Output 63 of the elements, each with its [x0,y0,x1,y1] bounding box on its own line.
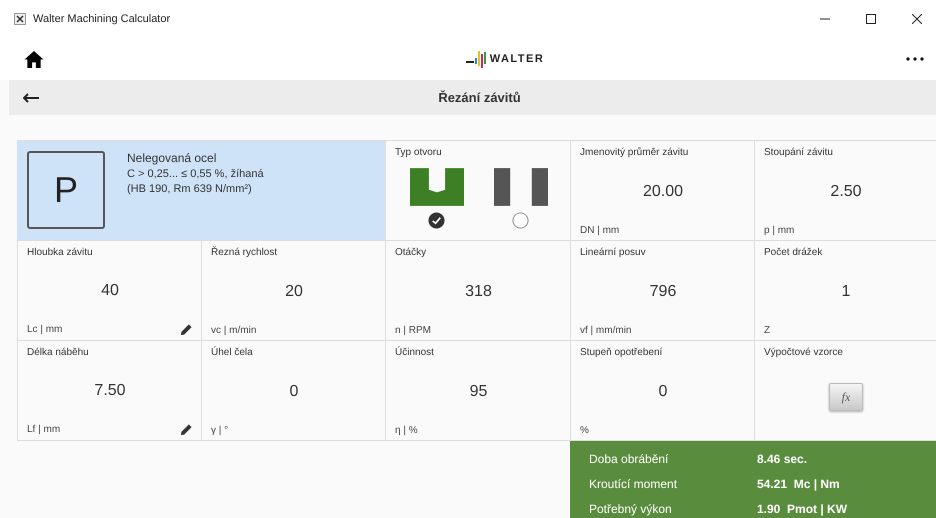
field-value: 796 [650,282,676,302]
field-value: 20 [285,282,303,302]
material-description: (HB 190, Rm 639 N/mm²) [127,183,253,195]
field-value: 0 [658,382,668,402]
unit-label: p | mm [764,225,794,236]
field-label: Jmenovitý průměr závitu [580,147,690,158]
maximize-icon[interactable] [866,14,876,24]
result-value: 1.90 Pmot | KW [757,502,848,516]
field-value: 7.50 [94,380,126,400]
material-code: P [27,151,105,229]
field-value: 1 [842,282,850,302]
result-label: Kroutící moment [589,476,678,490]
field-label: Stoupání závitu [764,147,834,158]
formula-button[interactable]: fx [829,383,863,411]
field-label: Stupeň opotřebení [580,347,664,358]
field-value: 2.50 [830,182,862,202]
unit-label: η | % [395,425,418,436]
field-label: Typ otvoru [395,147,443,158]
material-description: Nelegovaná ocel [127,151,218,165]
unit-label: Z [764,325,770,336]
field-value: 318 [465,282,492,302]
radio-checked-icon[interactable] [428,212,445,229]
field-label: Výpočtové vzorce [764,347,844,358]
field-label: Hloubka závitu [27,247,94,258]
app-icon [14,13,26,25]
material-card[interactable]: P Nelegovaná ocel C > 0,25... ≤ 0,55 %, žíhaná (HB 190, Rm 639 N/mm²) [17,141,385,241]
logo-text: WALTER [490,53,544,65]
unit-label: Lc | mm [27,324,62,335]
window-title: Walter Machining Calculator [33,13,170,25]
more-icon[interactable] [906,57,924,61]
back-arrow-icon[interactable] [23,92,39,102]
field-value: 95 [470,382,488,402]
unit-label: vf | mm/min [580,325,632,336]
field-label: Účinnost [395,347,435,358]
field-value: 0 [290,382,298,402]
field-label: Lineární posuv [580,247,647,258]
field-label: Počet drážek [764,247,824,258]
unit-label: Lf | mm [27,424,60,435]
home-icon[interactable] [24,50,44,68]
close-icon[interactable] [912,14,922,24]
pencil-icon[interactable] [180,423,193,436]
field-value: 20.00 [642,182,684,202]
unit-label: DN | mm [580,225,620,236]
unit-label: % [580,425,589,436]
field-label: Otáčky [395,247,428,258]
blind-hole-icon[interactable] [410,168,464,206]
field-value: 40 [101,280,119,300]
logo-icon [466,50,488,68]
result-label: Doba obrábění [589,452,670,466]
result-value: 8.46 sec. [757,452,808,466]
pencil-icon[interactable] [180,323,193,336]
field-label: Řezná rychlost [211,247,278,258]
field-label: Délka náběhu [27,347,90,358]
page-title: Řezání závitů [438,90,521,105]
radio-button[interactable] [512,212,529,229]
unit-label: γ | ° [211,425,228,436]
through-hole-icon[interactable] [494,168,548,206]
unit-label: vc | m/min [211,325,256,336]
material-description: C > 0,25... ≤ 0,55 %, žíhaná [127,168,264,180]
result-label: Potřebný výkon [589,502,673,516]
unit-label: n | RPM [395,325,431,336]
field-label: Úhel čela [211,347,254,358]
result-value: 54.21 Mc | Nm [757,476,841,490]
